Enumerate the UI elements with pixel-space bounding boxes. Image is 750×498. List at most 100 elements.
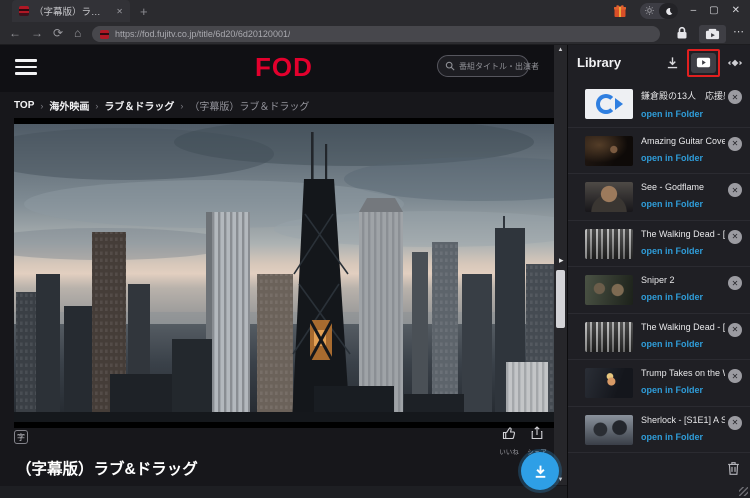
open-in-folder-link[interactable]: open in Folder xyxy=(641,432,725,442)
remove-item-button[interactable]: ✕ xyxy=(728,416,742,430)
library-sidebar: Library 鎌倉殿の13人 応援感謝… xyxy=(567,45,750,498)
light-mode-sun-icon[interactable] xyxy=(640,2,659,20)
url-favicon xyxy=(100,30,109,39)
close-icon: ✕ xyxy=(732,186,739,195)
search-placeholder: 番組タイトル・出演者 xyxy=(459,61,539,72)
video-thumbnail[interactable] xyxy=(585,136,633,166)
item-title: The Walking Dead - [S11… xyxy=(641,322,725,332)
fod-site-header: FOD 番組タイトル・出演者 xyxy=(0,45,568,92)
scroll-up-icon[interactable]: ▲ xyxy=(554,47,567,53)
theme-toggle[interactable] xyxy=(640,3,678,19)
close-icon: ✕ xyxy=(732,93,739,102)
download-fab-button[interactable] xyxy=(521,452,559,490)
tab-close-icon[interactable]: ✕ xyxy=(116,7,123,16)
remove-item-button[interactable]: ✕ xyxy=(728,230,742,244)
forward-icon[interactable]: → xyxy=(31,26,43,40)
sidebar-collapse-icon[interactable]: ▸ xyxy=(559,255,564,266)
close-window-button[interactable]: ✕ xyxy=(732,6,740,16)
open-in-folder-link[interactable]: open in Folder xyxy=(641,199,725,209)
remove-item-button[interactable]: ✕ xyxy=(728,369,742,383)
video-thumbnail[interactable] xyxy=(585,368,633,398)
browser-toolbar: ← → ⟳ ⌂ https://fod.fujitv.co.jp/title/6… xyxy=(0,22,750,45)
minimize-button[interactable]: – xyxy=(691,6,697,16)
library-item[interactable]: 鎌倉殿の13人 応援感謝… open in Folder ✕ xyxy=(568,81,750,128)
close-icon: ✕ xyxy=(732,279,739,288)
audio-library-tab-icon[interactable] xyxy=(728,57,742,69)
dark-mode-moon-icon[interactable] xyxy=(659,3,678,19)
back-icon[interactable]: ← xyxy=(9,26,21,40)
chevron-right-icon: › xyxy=(180,101,183,111)
breadcrumb-top[interactable]: TOP xyxy=(14,100,34,111)
library-item[interactable]: The Walking Dead - [S11… open in Folder … xyxy=(568,221,750,268)
url-text[interactable]: https://fod.fujitv.co.jp/title/6d20/6d20… xyxy=(115,29,290,39)
breadcrumb: TOP › 海外映画 › ラブ＆ドラッグ › （字幕版）ラブ＆ドラッグ xyxy=(14,98,309,113)
title-bar: （字幕版）ラブ&ドラッグ ✕ + xyxy=(0,0,750,22)
video-thumbnail[interactable] xyxy=(585,229,633,259)
search-input[interactable]: 番組タイトル・出演者 xyxy=(437,55,529,77)
video-thumbnail[interactable] xyxy=(585,322,633,352)
maximize-button[interactable]: ▢ xyxy=(709,6,718,16)
share-icon xyxy=(531,426,543,440)
video-thumbnail[interactable] xyxy=(585,182,633,212)
remove-item-button[interactable]: ✕ xyxy=(728,183,742,197)
item-title: See - Godflame xyxy=(641,182,725,192)
open-in-folder-link[interactable]: open in Folder xyxy=(641,292,725,302)
library-item[interactable]: Sniper 2 open in Folder ✕ xyxy=(568,267,750,314)
remove-item-button[interactable]: ✕ xyxy=(728,323,742,337)
open-in-folder-link[interactable]: open in Folder xyxy=(641,339,725,349)
app-window: （字幕版）ラブ&ドラッグ ✕ + xyxy=(0,0,750,498)
library-item[interactable]: The Walking Dead - [S11… open in Folder … xyxy=(568,314,750,361)
library-item[interactable]: Trump Takes on the Worl… open in Folder … xyxy=(568,360,750,407)
video-thumbnail[interactable] xyxy=(585,415,633,445)
remove-item-button[interactable]: ✕ xyxy=(728,137,742,151)
search-icon xyxy=(445,61,455,71)
thumbs-up-icon xyxy=(502,426,516,440)
address-bar[interactable]: https://fod.fujitv.co.jp/title/6d20/6d20… xyxy=(92,26,660,42)
chevron-right-icon: › xyxy=(95,101,98,111)
library-title: Library xyxy=(577,55,621,70)
subtitle-badge: 字 xyxy=(14,430,28,444)
video-thumbnail[interactable] xyxy=(585,275,633,305)
gift-icon[interactable] xyxy=(613,4,627,18)
item-title: Amazing Guitar Cover #s… xyxy=(641,136,725,146)
downloading-tab-icon[interactable] xyxy=(666,56,679,69)
new-tab-button[interactable]: + xyxy=(140,5,148,18)
scrollbar-thumb[interactable] xyxy=(556,270,565,328)
open-in-folder-link[interactable]: open in Folder xyxy=(641,246,725,256)
open-in-folder-link[interactable]: open in Folder xyxy=(641,385,725,395)
video-download-toolbar-button[interactable] xyxy=(699,25,726,43)
video-thumbnail[interactable] xyxy=(585,89,633,119)
reload-icon[interactable]: ⟳ xyxy=(53,26,63,40)
video-player[interactable] xyxy=(14,118,554,428)
item-title: Trump Takes on the Worl… xyxy=(641,368,725,378)
home-icon[interactable]: ⌂ xyxy=(74,26,81,40)
breadcrumb-series[interactable]: ラブ＆ドラッグ xyxy=(104,98,174,113)
fod-logo[interactable]: FOD xyxy=(255,52,313,83)
item-title: Sniper 2 xyxy=(641,275,725,285)
library-item[interactable]: Amazing Guitar Cover #s… open in Folder … xyxy=(568,128,750,175)
menu-dots-icon[interactable]: ⋯ xyxy=(733,25,745,38)
breadcrumb-category[interactable]: 海外映画 xyxy=(49,98,89,113)
delete-all-button[interactable] xyxy=(727,461,740,481)
library-header: Library xyxy=(568,45,750,80)
page-bottom-strip xyxy=(0,486,568,498)
lock-icon[interactable] xyxy=(676,26,688,45)
video-library-tab-icon[interactable] xyxy=(691,53,716,73)
like-button[interactable]: いいね xyxy=(496,426,522,456)
resize-grip[interactable] xyxy=(739,487,748,496)
hamburger-menu-icon[interactable] xyxy=(15,59,37,79)
open-in-folder-link[interactable]: open in Folder xyxy=(641,153,725,163)
chevron-right-icon: › xyxy=(40,101,43,111)
open-in-folder-link[interactable]: open in Folder xyxy=(641,109,725,119)
remove-item-button[interactable]: ✕ xyxy=(728,90,742,104)
web-page: FOD 番組タイトル・出演者 TOP › 海外映画 › ラブ＆ドラッグ › （字… xyxy=(0,45,568,498)
library-item[interactable]: Sherlock - [S1E1] A Study… open in Folde… xyxy=(568,407,750,454)
close-icon: ✕ xyxy=(732,325,739,334)
fod-favicon xyxy=(19,6,29,16)
page-title: （字幕版）ラブ&ドラッグ xyxy=(16,457,198,479)
browser-tab[interactable]: （字幕版）ラブ&ドラッグ ✕ xyxy=(12,0,130,22)
remove-item-button[interactable]: ✕ xyxy=(728,276,742,290)
library-item[interactable]: See - Godflame open in Folder ✕ xyxy=(568,174,750,221)
download-icon xyxy=(532,463,549,480)
close-icon: ✕ xyxy=(732,418,739,427)
